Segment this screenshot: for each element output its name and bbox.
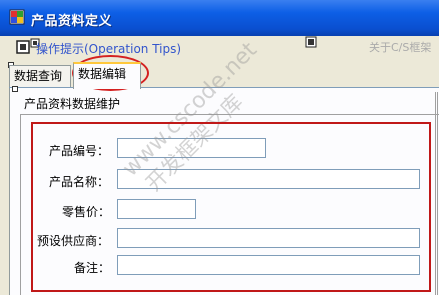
tab-label: 数据查询 [14, 69, 63, 83]
app-grid-icon [9, 9, 25, 25]
group-border-left [20, 114, 21, 295]
group-title: 产品资料数据维护 [24, 97, 121, 111]
tips-icon[interactable] [15, 39, 31, 55]
title-bar[interactable]: 产品资料定义 [0, 0, 439, 36]
window-title: 产品资料定义 [31, 14, 113, 29]
tab-data-edit[interactable]: 数据编辑 [73, 62, 141, 89]
highlight-rectangle [31, 122, 431, 292]
tab-data-query[interactable]: 数据查询 [9, 65, 71, 87]
about-cs-framework-link[interactable]: 关于C/S框架 [369, 39, 431, 55]
toolbar: 操作提示(Operation Tips) 关于C/S框架 [0, 36, 439, 58]
panel-anchor-icon [12, 86, 18, 92]
tab-label: 数据编辑 [78, 67, 127, 81]
designer-anchor-icon [305, 36, 321, 52]
panel-scroll-edge [435, 92, 438, 295]
